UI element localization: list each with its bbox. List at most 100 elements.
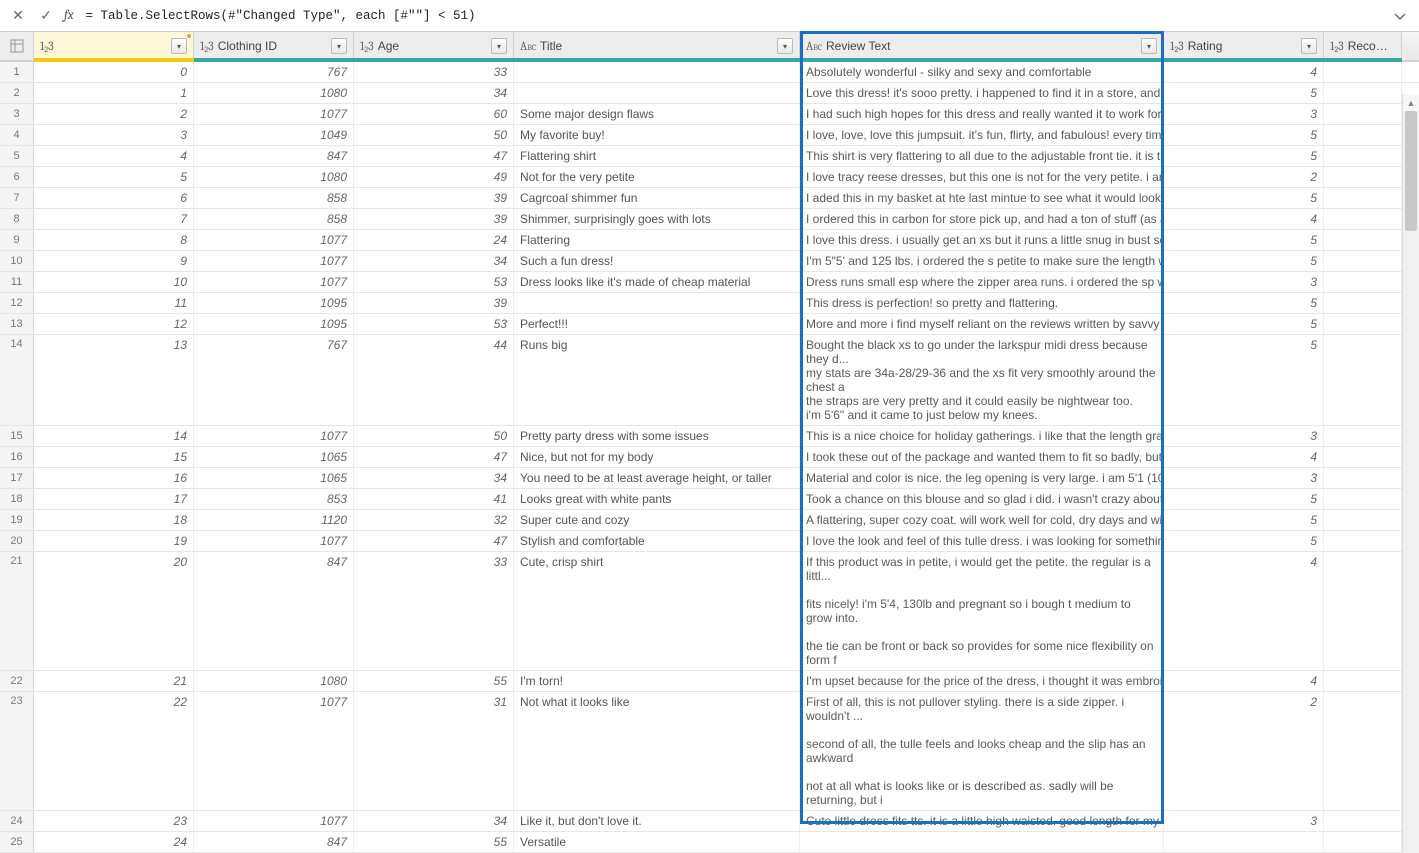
cell-title[interactable]: [514, 293, 800, 313]
filter-button[interactable]: ▾: [1301, 38, 1317, 54]
cell-recommend[interactable]: [1324, 468, 1402, 488]
table-row[interactable]: 98107724FlatteringI love this dress. i u…: [0, 230, 1419, 251]
table-row[interactable]: 1076733Absolutely wonderful - silky and …: [0, 62, 1419, 83]
cell-clothing-id[interactable]: 1095: [194, 314, 354, 334]
cell-clothing-id[interactable]: 1077: [194, 426, 354, 446]
cell-rating[interactable]: 5: [1164, 531, 1324, 551]
row-number[interactable]: 4: [0, 125, 34, 145]
cell-recommend[interactable]: [1324, 209, 1402, 229]
cell-review-text[interactable]: I'm 5"5' and 125 lbs. i ordered the s pe…: [800, 251, 1164, 271]
column-header-recommend[interactable]: 123 Recommen: [1324, 32, 1402, 60]
cell-rating[interactable]: 5: [1164, 188, 1324, 208]
cell-age[interactable]: 34: [354, 251, 514, 271]
cell-rating[interactable]: 2: [1164, 692, 1324, 810]
cell-title[interactable]: Not what it looks like: [514, 692, 800, 810]
cell-index[interactable]: 22: [34, 692, 194, 810]
cell-age[interactable]: 50: [354, 426, 514, 446]
cell-review-text[interactable]: This shirt is very flattering to all due…: [800, 146, 1164, 166]
cell-clothing-id[interactable]: 847: [194, 832, 354, 852]
cell-rating[interactable]: 5: [1164, 251, 1324, 271]
cell-clothing-id[interactable]: 847: [194, 552, 354, 670]
cell-index[interactable]: 11: [34, 293, 194, 313]
table-row[interactable]: 5484747Flattering shirtThis shirt is ver…: [0, 146, 1419, 167]
table-row[interactable]: 1918112032Super cute and cozyA flatterin…: [0, 510, 1419, 531]
cell-index[interactable]: 2: [34, 104, 194, 124]
cell-rating[interactable]: 2: [1164, 167, 1324, 187]
filter-button[interactable]: ▾: [1141, 38, 1157, 54]
cell-rating[interactable]: 5: [1164, 230, 1324, 250]
cell-index[interactable]: 16: [34, 468, 194, 488]
cell-rating[interactable]: 4: [1164, 62, 1324, 82]
cell-age[interactable]: 44: [354, 335, 514, 425]
cell-recommend[interactable]: [1324, 272, 1402, 292]
row-number[interactable]: 11: [0, 272, 34, 292]
row-number[interactable]: 13: [0, 314, 34, 334]
cell-review-text[interactable]: I'm upset because for the price of the d…: [800, 671, 1164, 691]
cell-index[interactable]: 20: [34, 552, 194, 670]
cell-recommend[interactable]: [1324, 83, 1402, 103]
cell-age[interactable]: 32: [354, 510, 514, 530]
table-row[interactable]: 7685839Cagrcoal shimmer funI aded this i…: [0, 188, 1419, 209]
table-row[interactable]: 43104950My favorite buy!I love, love, lo…: [0, 125, 1419, 146]
cell-index[interactable]: 15: [34, 447, 194, 467]
cell-recommend[interactable]: [1324, 125, 1402, 145]
cell-review-text[interactable]: Took a chance on this blouse and so glad…: [800, 489, 1164, 509]
cell-recommend[interactable]: [1324, 489, 1402, 509]
cell-review-text[interactable]: Absolutely wonderful - silky and sexy an…: [800, 62, 1164, 82]
cell-review-text[interactable]: I love, love, love this jumpsuit. it's f…: [800, 125, 1164, 145]
cell-index[interactable]: 24: [34, 832, 194, 852]
cell-recommend[interactable]: [1324, 62, 1402, 82]
cell-index[interactable]: 17: [34, 489, 194, 509]
table-row[interactable]: 252484755Versatile: [0, 832, 1419, 853]
cell-review-text[interactable]: I had such high hopes for this dress and…: [800, 104, 1164, 124]
cell-index[interactable]: 6: [34, 188, 194, 208]
cell-age[interactable]: 50: [354, 125, 514, 145]
cell-review-text[interactable]: [800, 832, 1164, 852]
table-row[interactable]: 1615106547Nice, but not for my bodyI too…: [0, 447, 1419, 468]
filter-button[interactable]: ▾: [491, 38, 507, 54]
cell-rating[interactable]: 3: [1164, 811, 1324, 831]
cell-age[interactable]: 39: [354, 293, 514, 313]
cell-index[interactable]: 8: [34, 230, 194, 250]
cancel-formula-button[interactable]: ✕: [8, 6, 28, 26]
cell-index[interactable]: 1: [34, 83, 194, 103]
cell-recommend[interactable]: [1324, 146, 1402, 166]
cell-recommend[interactable]: [1324, 293, 1402, 313]
row-number[interactable]: 6: [0, 167, 34, 187]
cell-rating[interactable]: [1164, 832, 1324, 852]
cell-clothing-id[interactable]: 1049: [194, 125, 354, 145]
cell-clothing-id[interactable]: 1077: [194, 531, 354, 551]
row-number[interactable]: 17: [0, 468, 34, 488]
cell-review-text[interactable]: This is a nice choice for holiday gather…: [800, 426, 1164, 446]
cell-age[interactable]: 34: [354, 83, 514, 103]
cell-review-text[interactable]: Material and color is nice. the leg open…: [800, 468, 1164, 488]
cell-title[interactable]: Flattering shirt: [514, 146, 800, 166]
cell-index[interactable]: 18: [34, 510, 194, 530]
column-header-clothing-id[interactable]: 123 Clothing ID ▾: [194, 32, 354, 60]
cell-review-text[interactable]: Cute little dress fits tts. it is a litt…: [800, 811, 1164, 831]
row-number[interactable]: 20: [0, 531, 34, 551]
cell-clothing-id[interactable]: 1077: [194, 811, 354, 831]
row-number[interactable]: 21: [0, 552, 34, 670]
cell-age[interactable]: 53: [354, 272, 514, 292]
cell-title[interactable]: Such a fun dress!: [514, 251, 800, 271]
cell-recommend[interactable]: [1324, 167, 1402, 187]
cell-index[interactable]: 14: [34, 426, 194, 446]
table-row[interactable]: 109107734Such a fun dress!I'm 5"5' and 1…: [0, 251, 1419, 272]
row-number[interactable]: 23: [0, 692, 34, 810]
cell-recommend[interactable]: [1324, 832, 1402, 852]
table-row[interactable]: 8785839Shimmer, surprisingly goes with l…: [0, 209, 1419, 230]
table-row[interactable]: 1716106534You need to be at least averag…: [0, 468, 1419, 489]
cell-title[interactable]: Nice, but not for my body: [514, 447, 800, 467]
cell-title[interactable]: Versatile: [514, 832, 800, 852]
cell-age[interactable]: 34: [354, 468, 514, 488]
cell-age[interactable]: 39: [354, 188, 514, 208]
cell-review-text[interactable]: First of all, this is not pullover styli…: [800, 692, 1164, 810]
table-row[interactable]: 141376744Runs bigBought the black xs to …: [0, 335, 1419, 426]
row-number[interactable]: 15: [0, 426, 34, 446]
cell-recommend[interactable]: [1324, 811, 1402, 831]
cell-recommend[interactable]: [1324, 692, 1402, 810]
cell-review-text[interactable]: I aded this in my basket at hte last min…: [800, 188, 1164, 208]
cell-title[interactable]: Shimmer, surprisingly goes with lots: [514, 209, 800, 229]
cell-age[interactable]: 49: [354, 167, 514, 187]
